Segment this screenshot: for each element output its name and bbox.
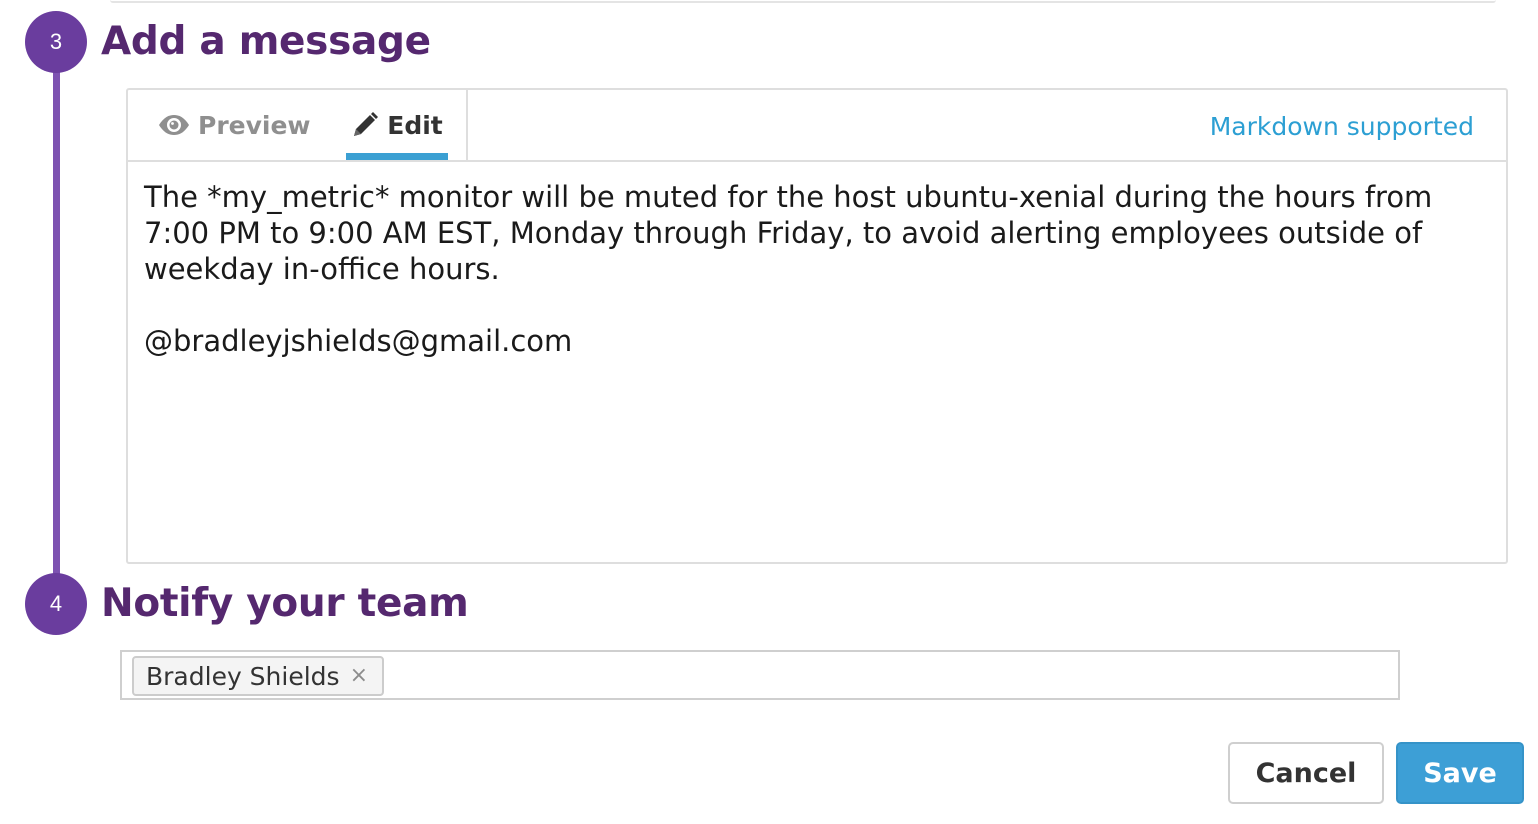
tab-edit-label: Edit: [387, 110, 443, 140]
recipient-token: Bradley Shields ×: [132, 656, 385, 696]
section-divider: [110, 0, 1496, 3]
editor-tabs: Preview Edit: [128, 90, 468, 160]
cancel-button[interactable]: Cancel: [1228, 742, 1384, 804]
recipient-search-input[interactable]: [382, 656, 1382, 694]
step-number: 3: [49, 29, 63, 54]
step-title-notify-team: Notify your team: [101, 581, 469, 626]
step-3-badge: 3: [25, 11, 87, 73]
save-button[interactable]: Save: [1396, 742, 1524, 804]
pencil-icon: [351, 111, 379, 139]
tab-edit[interactable]: Edit: [346, 90, 448, 160]
message-editor: Preview Edit Markdown supported: [126, 88, 1508, 564]
editor-toolbar: Preview Edit Markdown supported: [128, 90, 1506, 162]
remove-recipient-icon[interactable]: ×: [350, 665, 368, 687]
recipient-name: Bradley Shields: [146, 661, 340, 691]
monitor-form: 3 Add a message Preview Edit Markdown su…: [0, 0, 1538, 824]
eye-icon: [158, 114, 190, 136]
message-textarea[interactable]: [128, 162, 1506, 562]
step-title-add-message: Add a message: [101, 19, 431, 64]
tab-preview-label: Preview: [198, 110, 311, 140]
step-timeline: [53, 40, 60, 606]
markdown-supported-link[interactable]: Markdown supported: [1210, 112, 1474, 141]
notify-recipients-field[interactable]: Bradley Shields ×: [120, 650, 1400, 700]
step-4-badge: 4: [25, 573, 87, 635]
step-number: 4: [49, 591, 63, 616]
tab-preview[interactable]: Preview: [158, 90, 311, 160]
